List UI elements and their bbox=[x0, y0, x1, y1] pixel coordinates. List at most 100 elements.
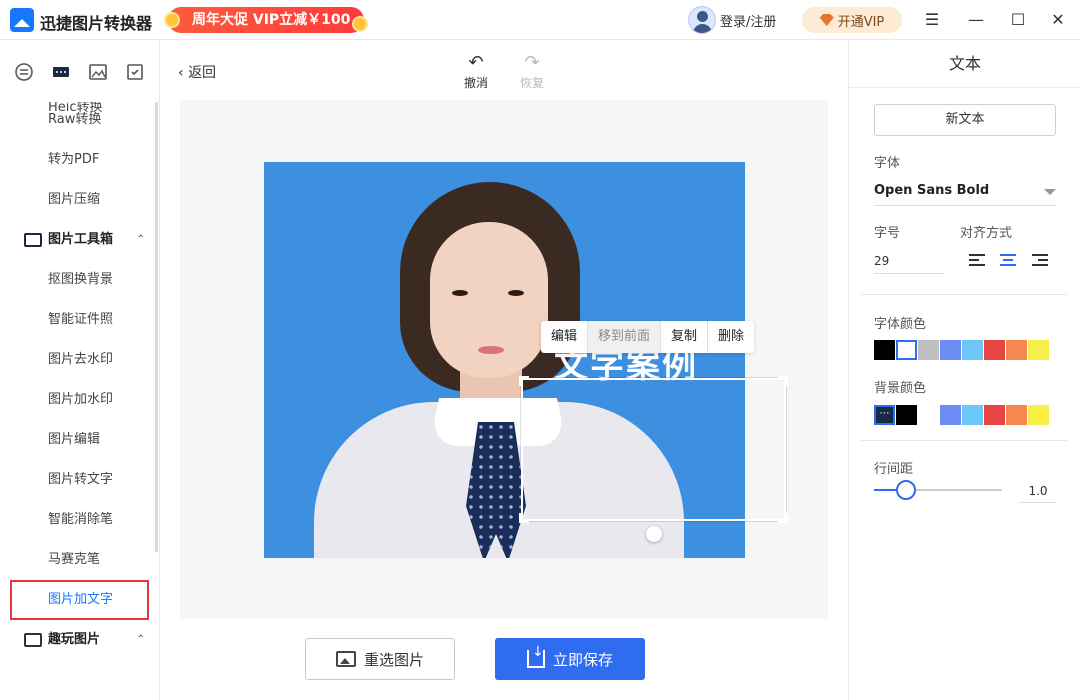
align-center-icon[interactable] bbox=[1000, 254, 1016, 268]
sidebar-item-to-pdf[interactable]: 转为PDF bbox=[0, 140, 159, 180]
rotate-handle[interactable] bbox=[646, 526, 662, 542]
minimize-icon[interactable]: — bbox=[964, 8, 988, 32]
menu-icon[interactable]: ☰ bbox=[920, 8, 944, 32]
color-swatch[interactable] bbox=[1006, 340, 1027, 360]
back-button[interactable]: ‹ 返回 bbox=[178, 62, 216, 82]
color-swatch[interactable] bbox=[984, 340, 1005, 360]
download-icon bbox=[526, 644, 545, 668]
sidebar-item-remove-watermark[interactable]: 图片去水印 bbox=[0, 340, 159, 380]
batch-tab-icon[interactable] bbox=[125, 62, 145, 82]
resize-handle[interactable] bbox=[519, 513, 529, 523]
title-bar: 迅捷图片转换器 周年大促 VIP立减￥100 登录/注册 开通VIP ☰ — ☐… bbox=[0, 0, 1080, 40]
sidebar-item-compress[interactable]: 图片压缩 bbox=[0, 180, 159, 220]
ctx-delete[interactable]: 删除 bbox=[708, 321, 754, 353]
font-color-swatches bbox=[874, 340, 1049, 360]
color-swatch[interactable] bbox=[896, 340, 917, 360]
sidebar-scrollbar[interactable] bbox=[155, 102, 158, 552]
color-swatch[interactable] bbox=[940, 340, 961, 360]
font-color-label: 字体颜色 bbox=[874, 317, 927, 332]
sidebar-tabs bbox=[0, 40, 159, 104]
undo-button[interactable]: ↶ 撤消 bbox=[456, 52, 496, 91]
redo-button[interactable]: ↷ 恢复 bbox=[512, 52, 552, 91]
text-selection-box[interactable] bbox=[519, 376, 788, 523]
text-properties-panel: 文本 新文本 字体 Open Sans Bold 字号 29 对齐方式 字体颜色… bbox=[848, 40, 1080, 700]
sidebar-item-cutout[interactable]: 抠图换背景 bbox=[0, 260, 159, 300]
align-label: 对齐方式 bbox=[960, 226, 1013, 241]
coin-icon bbox=[164, 12, 180, 28]
chevron-down-icon bbox=[1044, 189, 1056, 195]
save-label: 立即保存 bbox=[552, 650, 613, 669]
reselect-label: 重选图片 bbox=[363, 650, 424, 669]
font-label: 字体 bbox=[874, 156, 901, 171]
color-swatch[interactable] bbox=[896, 405, 917, 425]
new-text-button[interactable]: 新文本 bbox=[874, 104, 1056, 136]
diamond-icon bbox=[819, 14, 834, 26]
sidebar-item-eraser[interactable]: 智能消除笔 bbox=[0, 500, 159, 540]
group-label: 图片工具箱 bbox=[48, 232, 114, 247]
bg-color-swatches: ⋯ bbox=[874, 405, 1049, 425]
fun-image-icon bbox=[24, 633, 42, 647]
app-logo-icon bbox=[10, 8, 34, 32]
avatar-icon bbox=[688, 6, 716, 34]
sidebar-group-fun[interactable]: 趣玩图片 ⌃ bbox=[0, 620, 159, 660]
color-swatch-custom[interactable]: ⋯ bbox=[874, 405, 895, 425]
sidebar-item-ocr[interactable]: 图片转文字 bbox=[0, 460, 159, 500]
bg-color-label: 背景颜色 bbox=[874, 381, 927, 396]
color-swatch[interactable] bbox=[1028, 340, 1049, 360]
reselect-button[interactable]: 重选图片 bbox=[305, 638, 455, 680]
font-value: Open Sans Bold bbox=[874, 183, 990, 198]
maximize-icon[interactable]: ☐ bbox=[1006, 8, 1030, 32]
ctx-bring-front[interactable]: 移到前面 bbox=[588, 321, 662, 353]
back-label: 返回 bbox=[188, 65, 217, 81]
color-swatch[interactable] bbox=[984, 405, 1005, 425]
color-swatch[interactable] bbox=[962, 405, 983, 425]
coin-icon bbox=[352, 16, 368, 32]
slider-handle[interactable] bbox=[896, 480, 916, 500]
ctx-copy[interactable]: 复制 bbox=[661, 321, 709, 353]
save-button[interactable]: 立即保存 bbox=[495, 638, 645, 680]
chevron-up-icon: ⌃ bbox=[136, 634, 145, 645]
group-label: 趣玩图片 bbox=[48, 632, 101, 647]
sidebar-item-add-watermark[interactable]: 图片加水印 bbox=[0, 380, 159, 420]
vip-button[interactable]: 开通VIP bbox=[802, 7, 902, 33]
panel-title: 文本 bbox=[849, 40, 1080, 88]
toolbox-tab-icon[interactable] bbox=[51, 62, 71, 82]
color-swatch[interactable] bbox=[918, 340, 939, 360]
sidebar: Heic转换 Raw转换 转为PDF 图片压缩 图片工具箱 ⌃ 抠图换背景 智能… bbox=[0, 40, 160, 700]
convert-tab-icon[interactable] bbox=[14, 62, 34, 82]
sidebar-item-raw[interactable]: Raw转换 bbox=[0, 100, 159, 140]
resize-handle[interactable] bbox=[778, 513, 788, 523]
sidebar-item-mosaic[interactable]: 马赛克笔 bbox=[0, 540, 159, 580]
line-spacing-value[interactable]: 1.0 bbox=[1019, 479, 1057, 503]
toolbox-icon bbox=[24, 233, 42, 247]
color-swatch[interactable] bbox=[874, 340, 895, 360]
sidebar-group-toolbox[interactable]: 图片工具箱 ⌃ bbox=[0, 220, 159, 260]
align-right-icon[interactable] bbox=[1032, 254, 1048, 268]
undo-label: 撤消 bbox=[463, 76, 488, 90]
divider bbox=[861, 294, 1067, 295]
canvas-area: 文字案例 编辑 移到前面 复制 删除 bbox=[180, 100, 828, 618]
undo-icon: ↶ bbox=[468, 52, 484, 73]
chevron-left-icon: ‹ bbox=[178, 65, 184, 81]
font-select[interactable]: Open Sans Bold bbox=[874, 180, 1056, 206]
divider bbox=[861, 440, 1067, 441]
color-swatch[interactable] bbox=[1006, 405, 1027, 425]
ctx-edit[interactable]: 编辑 bbox=[541, 321, 589, 353]
sidebar-item-add-text[interactable]: 图片加文字 bbox=[10, 580, 149, 620]
promo-banner[interactable]: 周年大促 VIP立减￥100 bbox=[168, 7, 364, 33]
chevron-up-icon: ⌃ bbox=[136, 234, 145, 245]
color-swatch[interactable] bbox=[918, 405, 939, 425]
image-tab-icon[interactable] bbox=[88, 62, 108, 82]
align-left-icon[interactable] bbox=[969, 254, 985, 268]
color-swatch[interactable] bbox=[940, 405, 961, 425]
image-icon bbox=[335, 651, 356, 667]
color-swatch[interactable] bbox=[1028, 405, 1049, 425]
sidebar-item-id-photo[interactable]: 智能证件照 bbox=[0, 300, 159, 340]
size-input[interactable]: 29 bbox=[874, 248, 944, 274]
sidebar-item-edit[interactable]: 图片编辑 bbox=[0, 420, 159, 460]
resize-handle[interactable] bbox=[778, 376, 788, 386]
close-icon[interactable]: ✕ bbox=[1046, 8, 1070, 32]
color-swatch[interactable] bbox=[962, 340, 983, 360]
resize-handle[interactable] bbox=[519, 376, 529, 386]
login-button[interactable]: 登录/注册 bbox=[688, 6, 776, 34]
